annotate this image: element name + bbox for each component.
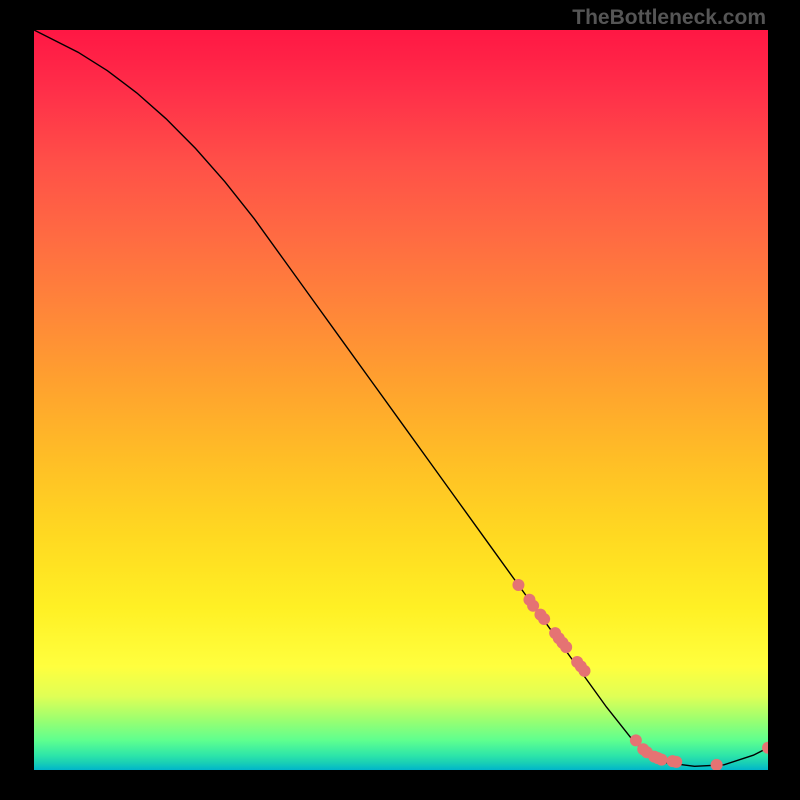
scatter-point [656,754,668,766]
watermark-label: TheBottleneck.com [572,6,766,30]
chart-svg [34,30,768,770]
chart-container: TheBottleneck.com [0,0,800,800]
scatter-point [711,759,723,770]
scatter-point [762,742,768,754]
scatter-points [512,579,768,770]
scatter-point [538,613,550,625]
scatter-point [670,756,682,768]
scatter-point [512,579,524,591]
curve-line [34,30,768,766]
scatter-point [579,665,591,677]
scatter-point [560,641,572,653]
